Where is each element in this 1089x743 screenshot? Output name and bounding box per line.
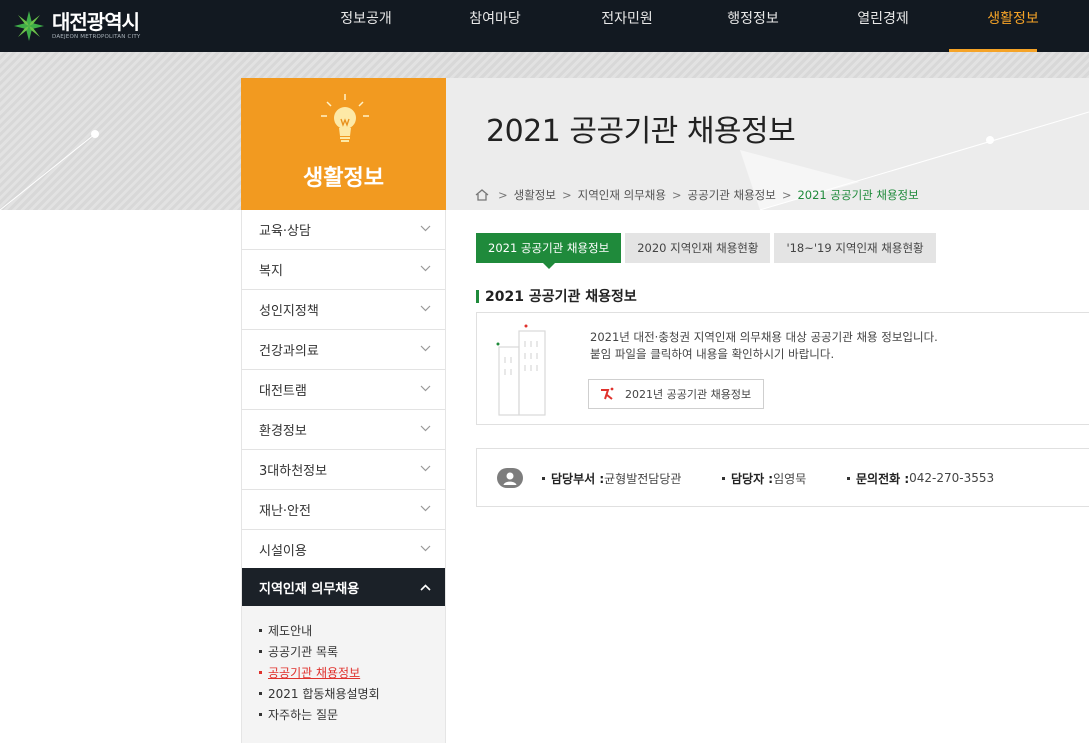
chevron-down-icon [420,505,431,512]
sidebar-item-label: 복지 [259,264,283,279]
top-navigation-bar: 대전광역시 DAEJEON METROPOLITAN CITY 정보공개 참여마… [0,0,1089,52]
sidebar-item-health[interactable]: 건강과의료 [242,330,445,370]
breadcrumb-item[interactable]: 생활정보 [514,187,556,203]
chevron-down-icon [420,305,431,312]
section-title: 2021 공공기관 채용정보 [476,287,637,305]
sidebar-item-safety[interactable]: 재난·안전 [242,490,445,530]
tab-18-19-status[interactable]: '18~'19 지역인재 채용현황 [774,233,936,263]
submenu-item-recruitment-info[interactable]: 공공기관 채용정보 [242,662,445,683]
contact-phone-label: 문의전화 : [856,471,910,486]
submenu-item-faq[interactable]: 자주하는 질문 [242,704,445,725]
info-description-line: 2021년 대전·충청권 지역인재 의무채용 대상 공공기관 채용 정보입니다. [590,330,938,344]
breadcrumb-item[interactable]: 공공기관 채용정보 [688,187,776,203]
building-illustration-icon [496,324,546,416]
sidebar-item-facilities[interactable]: 시설이용 [242,530,445,570]
submenu-item-institution-list[interactable]: 공공기관 목록 [242,641,445,662]
submenu-item-system-guide[interactable]: 제도안내 [242,620,445,641]
breadcrumb-item[interactable]: 지역인재 의무채용 [578,187,666,203]
sidebar-item-tram[interactable]: 대전트램 [242,370,445,410]
chevron-down-icon [420,425,431,432]
contact-department-label: 담당부서 : [551,471,605,486]
chevron-down-icon [420,225,431,232]
sidebar-item-label: 대전트램 [259,384,307,399]
site-logo[interactable]: 대전광역시 DAEJEON METROPOLITAN CITY [12,6,140,46]
tab-2020-status[interactable]: 2020 지역인재 채용현황 [625,233,771,263]
home-icon[interactable] [474,188,490,202]
contact-department-value: 균형발전담당관 [604,471,682,486]
page-title: 2021 공공기관 채용정보 [486,114,796,149]
sidebar-item-label: 교육·상담 [259,224,311,239]
nav-item-admin-info[interactable]: 행정정보 [718,0,788,52]
lightbulb-icon [321,94,369,142]
sidebar-item-label: 지역인재 의무채용 [259,581,360,597]
info-box: 2021년 대전·충청권 지역인재 의무채용 대상 공공기관 채용 정보입니다.… [476,312,1089,425]
sidebar-item-label: 시설이용 [259,544,307,559]
sidebar-title: 생활정보 [303,166,384,191]
submenu-item-label: 자주하는 질문 [268,708,339,722]
sidebar-item-label: 성인지정책 [259,304,319,319]
nav-item-living-info[interactable]: 생활정보 [978,0,1048,52]
contact-department: 담당부서 : 균형발전담당관 [542,469,681,487]
contact-person-label: 담당자 : [731,471,774,486]
content-tabs: 2021 공공기관 채용정보 2020 지역인재 채용현황 '18~'19 지역… [476,233,940,269]
contact-person-value: 임영묵 [773,471,807,486]
chevron-down-icon [420,345,431,352]
breadcrumb: > 생활정보 > 지역인재 의무채용 > 공공기관 채용정보 > 2021 공공… [474,186,919,204]
section-title-text: 2021 공공기관 채용정보 [485,289,637,305]
chevron-down-icon [420,545,431,552]
sidebar-item-environment[interactable]: 환경정보 [242,410,445,450]
attachment-download-button[interactable]: 2021년 공공기관 채용정보 [588,379,765,409]
nav-item-open-economy[interactable]: 열린경제 [848,0,918,52]
submenu-item-label: 제도안내 [268,624,313,638]
sidebar-item-rivers[interactable]: 3대하천정보 [242,450,445,490]
tab-2021-recruitment[interactable]: 2021 공공기관 채용정보 [476,233,622,269]
sidebar-item-label: 3대하천정보 [259,464,328,479]
sidebar-item-label: 건강과의료 [259,344,319,359]
contact-person: 담당자 : 임영묵 [722,469,806,487]
contact-phone: 문의전화 : 042-270-3553 [847,469,994,487]
submenu-item-label: 공공기관 목록 [268,645,339,659]
sidebar-menu: 교육·상담 복지 성인지정책 건강과의료 대전트램 환경정보 3대하천정보 재난… [241,210,446,743]
submenu-item-label: 2021 합동채용설명회 [268,687,380,701]
sidebar-item-gender-policy[interactable]: 성인지정책 [242,290,445,330]
chevron-up-icon [420,584,431,591]
submenu-item-job-fair[interactable]: 2021 합동채용설명회 [242,683,445,704]
logo-emblem-icon [14,11,44,41]
info-description: 2021년 대전·충청권 지역인재 의무채용 대상 공공기관 채용 정보입니다.… [590,329,938,363]
sidebar-item-education[interactable]: 교육·상담 [242,210,445,250]
logo-subtitle: DAEJEON METROPOLITAN CITY [52,34,141,40]
submenu-item-label: 공공기관 채용정보 [268,666,361,680]
chevron-down-icon [420,465,431,472]
sidebar-item-label: 환경정보 [259,424,307,439]
info-description-line: 붙임 파일을 클릭하여 내용을 확인하시기 바랍니다. [590,347,835,361]
attachment-label: 2021년 공공기관 채용정보 [625,388,752,401]
contact-info-box: 담당부서 : 균형발전담당관 담당자 : 임영묵 문의전화 : 042-270-… [476,448,1089,507]
chevron-down-icon [420,265,431,272]
contact-phone-value: 042-270-3553 [909,471,995,485]
chevron-down-icon [420,385,431,392]
person-icon [497,468,523,488]
nav-item-e-civil[interactable]: 전자민원 [592,0,662,52]
breadcrumb-current: 2021 공공기관 채용정보 [797,188,919,202]
nav-item-participation[interactable]: 참여마당 [460,0,530,52]
sidebar-submenu: 제도안내 공공기관 목록 공공기관 채용정보 2021 합동채용설명회 자주하는… [242,606,445,743]
sidebar-item-local-talent[interactable]: 지역인재 의무채용 [242,568,445,606]
pdf-file-icon [601,387,614,400]
nav-item-info-disclosure[interactable]: 정보공개 [331,0,401,52]
sidebar-item-welfare[interactable]: 복지 [242,250,445,290]
sidebar-item-label: 재난·안전 [259,504,311,519]
logo-title: 대전광역시 [52,10,140,34]
